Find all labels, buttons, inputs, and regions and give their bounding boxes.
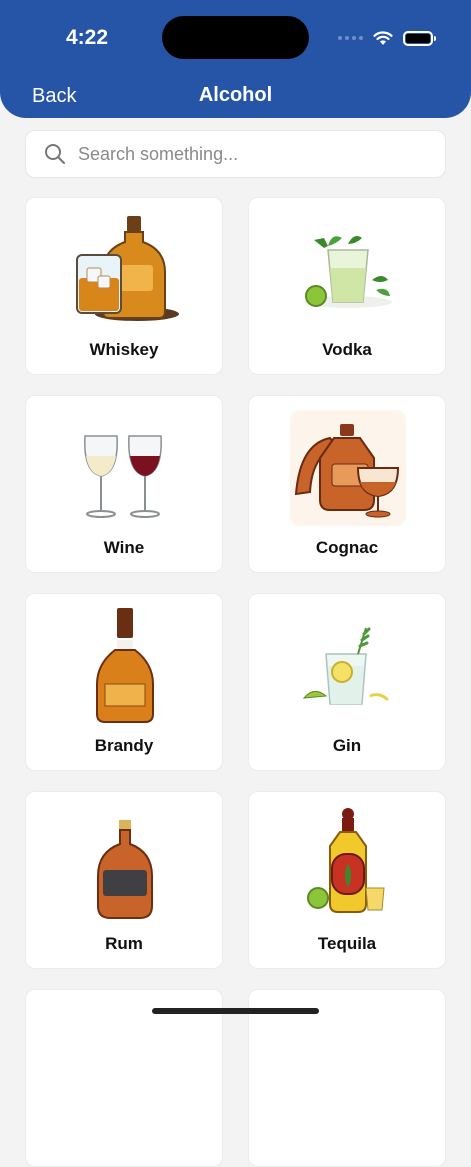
category-card-tequila[interactable]: Tequila	[248, 791, 446, 969]
wifi-icon	[373, 30, 393, 45]
category-card-gin[interactable]: Gin	[248, 593, 446, 771]
category-label: Gin	[332, 736, 362, 755]
category-card-wine[interactable]: Wine	[25, 395, 223, 573]
dynamic-island	[162, 16, 309, 59]
category-card-partial[interactable]	[248, 989, 446, 1167]
status-icons	[338, 28, 436, 48]
tequila-icon	[307, 808, 385, 913]
wine-icon	[84, 435, 162, 518]
category-label: Wine	[103, 538, 145, 557]
whiskey-icon	[76, 216, 179, 321]
category-label: Whiskey	[89, 340, 159, 359]
page-title: Alcohol	[198, 84, 273, 106]
category-card-whiskey[interactable]: Whiskey	[25, 197, 223, 375]
category-label: Brandy	[94, 736, 154, 755]
vodka-icon	[304, 236, 392, 308]
battery-icon	[403, 30, 436, 46]
search-input[interactable]	[78, 143, 418, 165]
category-card-partial[interactable]	[25, 989, 223, 1167]
brandy-icon	[96, 608, 154, 723]
category-label: Rum	[105, 934, 143, 953]
category-label: Vodka	[322, 340, 372, 359]
category-card-brandy[interactable]: Brandy	[25, 593, 223, 771]
home-indicator[interactable]	[152, 1008, 319, 1014]
category-card-rum[interactable]: Rum	[25, 791, 223, 969]
search-bar[interactable]	[25, 130, 446, 178]
rum-icon	[97, 820, 153, 919]
cognac-icon	[290, 410, 406, 526]
category-label: Cognac	[315, 538, 379, 557]
signal-icon	[338, 36, 363, 40]
gin-icon	[302, 627, 390, 705]
category-label: Tequila	[317, 934, 377, 953]
category-card-vodka[interactable]: Vodka	[248, 197, 446, 375]
status-time: 4:22	[66, 26, 109, 49]
category-card-cognac[interactable]: Cognac	[248, 395, 446, 573]
search-icon	[45, 144, 65, 164]
nav-header: 4:22 Back Alcohol	[0, 0, 471, 118]
